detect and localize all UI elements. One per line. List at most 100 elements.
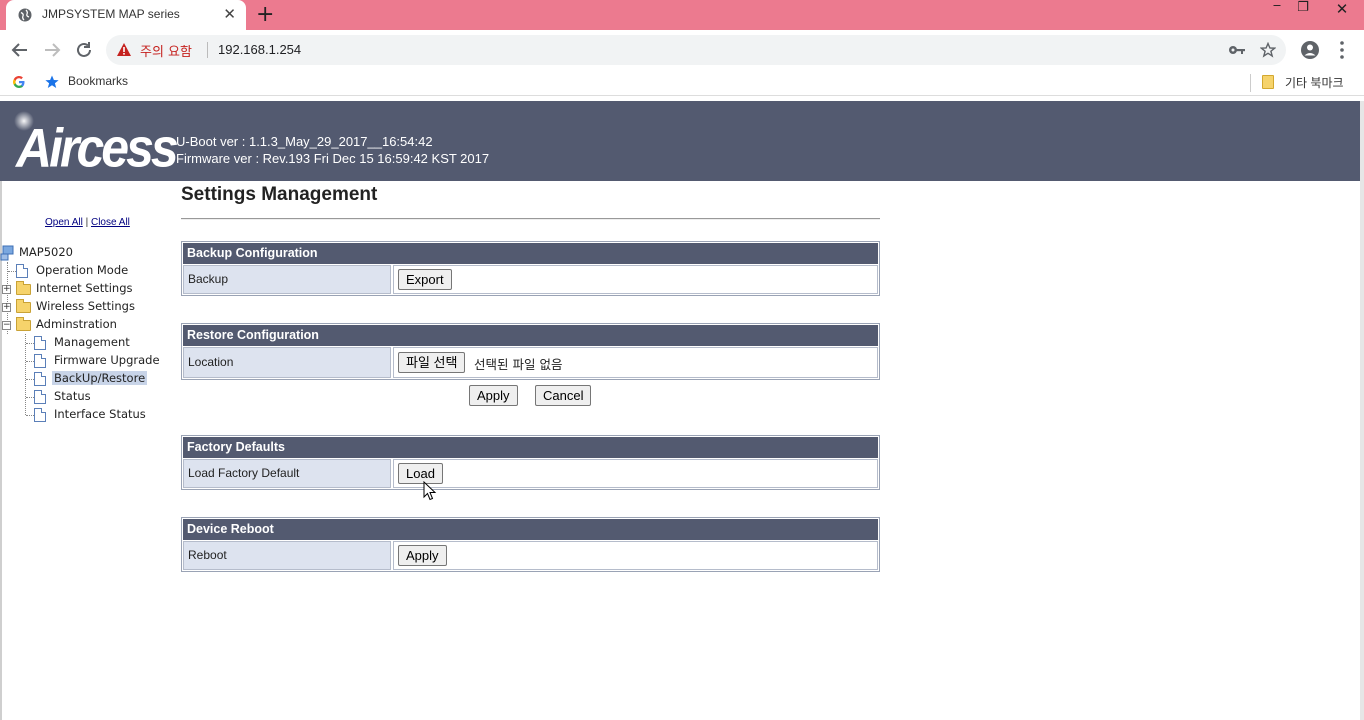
- row-label: Load Factory Default: [183, 459, 391, 488]
- page-icon: [34, 372, 46, 386]
- choose-file-button[interactable]: 파일 선택: [398, 352, 466, 373]
- tree-root[interactable]: MAP5020: [0, 244, 90, 262]
- close-window-icon[interactable]: ✕: [1322, 0, 1362, 22]
- factory-row: Load Factory Default Load: [183, 459, 878, 488]
- forward-arrow-icon[interactable]: [40, 38, 64, 62]
- computer-icon: [0, 245, 14, 261]
- bookmarks-link[interactable]: Bookmarks: [68, 74, 128, 88]
- more-menu-icon[interactable]: [1330, 38, 1354, 62]
- folder-icon: [16, 299, 31, 313]
- tree-item-operation-mode[interactable]: Operation Mode: [14, 262, 134, 280]
- expand-plus-icon[interactable]: +: [2, 285, 11, 294]
- star-bookmark-icon[interactable]: [1260, 42, 1276, 58]
- tree-item-label: Interface Status: [54, 407, 146, 421]
- tree-item-label: Adminstration: [36, 317, 117, 331]
- tree-item-status[interactable]: Status: [34, 388, 134, 406]
- globe-icon: [18, 8, 32, 22]
- tree-item-label: Internet Settings: [36, 281, 133, 295]
- restore-apply-button[interactable]: Apply: [469, 385, 518, 406]
- row-value: Apply: [393, 541, 878, 570]
- restore-row: Location 파일 선택 선택된 파일 없음: [183, 347, 878, 378]
- restore-section: Restore Configuration Location 파일 선택 선택된…: [181, 323, 880, 380]
- page-icon: [34, 336, 46, 350]
- reboot-row: Reboot Apply: [183, 541, 878, 570]
- tree-item-interface-status[interactable]: Interface Status: [34, 406, 154, 424]
- bookmarks-star-icon: [45, 75, 59, 88]
- backup-section: Backup Configuration Backup Export: [181, 241, 880, 296]
- mouse-cursor-icon: [423, 481, 437, 501]
- device-reboot-section: Device Reboot Reboot Apply: [181, 517, 880, 572]
- reload-icon[interactable]: [72, 38, 96, 62]
- section-heading: Backup Configuration: [183, 243, 878, 264]
- device-header: Aircess U-Boot ver : 1.1.3_May_29_2017__…: [0, 101, 1364, 181]
- browser-toolbar: 주의 요함 192.168.1.254: [0, 30, 1364, 70]
- row-label: Reboot: [183, 541, 391, 570]
- section-heading: Restore Configuration: [183, 325, 878, 346]
- profile-avatar-icon[interactable]: [1298, 38, 1322, 62]
- row-label: Backup: [183, 265, 391, 294]
- close-all-link[interactable]: Close All: [91, 217, 130, 228]
- page-icon: [34, 390, 46, 404]
- tree-item-label: Status: [54, 389, 91, 403]
- new-tab-icon[interactable]: +: [256, 2, 274, 27]
- tree-item-label: Wireless Settings: [36, 299, 135, 313]
- open-folder-icon: [16, 317, 31, 331]
- page-title: Settings Management: [181, 184, 378, 205]
- row-label: Location: [183, 347, 391, 378]
- tree-item-management[interactable]: Management: [34, 334, 144, 352]
- tree-item-administration[interactable]: − Adminstration: [0, 316, 130, 334]
- row-value: Export: [393, 265, 878, 294]
- open-all-link[interactable]: Open All: [45, 217, 83, 228]
- expand-plus-icon[interactable]: +: [2, 303, 11, 312]
- folder-icon: [16, 281, 31, 295]
- firmware-version: Firmware ver : Rev.193 Fri Dec 15 16:59:…: [176, 151, 490, 166]
- row-value: 파일 선택 선택된 파일 없음: [393, 347, 878, 378]
- factory-defaults-section: Factory Defaults Load Factory Default Lo…: [181, 435, 880, 490]
- url-text[interactable]: 192.168.1.254: [218, 42, 301, 57]
- restore-icon[interactable]: ❐: [1288, 0, 1318, 22]
- tree-item-firmware-upgrade[interactable]: Firmware Upgrade: [34, 352, 164, 370]
- page-icon: [16, 264, 28, 278]
- google-icon[interactable]: [12, 75, 26, 89]
- omnibox-separator: [207, 42, 208, 58]
- tree-controls-separator: |: [85, 217, 89, 228]
- tree-item-wireless-settings[interactable]: + Wireless Settings: [0, 298, 140, 316]
- tree-connector: [25, 334, 26, 415]
- page-icon: [34, 354, 46, 368]
- address-bar[interactable]: 주의 요함 192.168.1.254: [106, 35, 1286, 65]
- browser-tab[interactable]: JMPSYSTEM MAP series ✕: [6, 0, 246, 30]
- tree-root-label: MAP5020: [19, 245, 73, 259]
- folder-icon: [1262, 75, 1274, 89]
- aircess-logo: Aircess: [16, 117, 179, 179]
- file-status-text: 선택된 파일 없음: [474, 357, 563, 372]
- uboot-version: U-Boot ver : 1.1.3_May_29_2017__16:54:42: [176, 134, 433, 149]
- tree-controls: Open All | Close All: [45, 217, 130, 228]
- section-heading: Factory Defaults: [183, 437, 878, 458]
- row-value: Load: [393, 459, 878, 488]
- title-divider: [181, 218, 880, 220]
- back-arrow-icon[interactable]: [8, 38, 32, 62]
- page-scrollbar[interactable]: [1360, 101, 1364, 720]
- tree-item-backup-restore[interactable]: BackUp/Restore: [34, 370, 154, 388]
- tree-item-label: Firmware Upgrade: [54, 353, 160, 367]
- bookmarks-separator: [1250, 74, 1251, 92]
- export-button[interactable]: Export: [398, 269, 452, 290]
- tree-item-label-selected: BackUp/Restore: [52, 371, 148, 385]
- bookmarks-bar: Bookmarks 기타 북마크: [0, 70, 1364, 96]
- tree-item-internet-settings[interactable]: + Internet Settings: [0, 280, 140, 298]
- security-warning-text: 주의 요함: [140, 45, 192, 60]
- section-heading: Device Reboot: [183, 519, 878, 540]
- key-icon[interactable]: [1228, 42, 1246, 58]
- tree-item-label: Management: [54, 335, 130, 349]
- other-bookmarks-link[interactable]: 기타 북마크: [1285, 74, 1344, 91]
- collapse-minus-icon[interactable]: −: [2, 321, 11, 330]
- backup-row: Backup Export: [183, 265, 878, 294]
- tab-title: JMPSYSTEM MAP series: [42, 7, 180, 21]
- reboot-apply-button[interactable]: Apply: [398, 545, 447, 566]
- warning-triangle-icon: [117, 43, 131, 56]
- browser-titlebar: JMPSYSTEM MAP series ✕ + ‒ ❐ ✕: [0, 0, 1364, 30]
- page-icon: [34, 408, 46, 422]
- restore-cancel-button[interactable]: Cancel: [535, 385, 592, 406]
- tab-close-icon[interactable]: ✕: [223, 5, 236, 23]
- tree-item-label: Operation Mode: [36, 263, 129, 277]
